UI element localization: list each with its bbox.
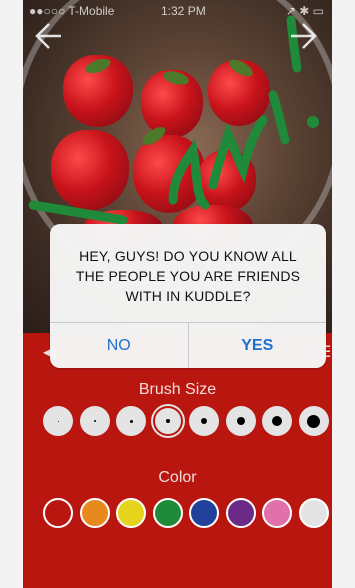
brush-size-label: Brush Size [138, 381, 217, 398]
color-picker [43, 498, 332, 530]
brush-size-option[interactable] [298, 406, 329, 436]
status-bar: ●●○○○ T-Mobile 1:32 PM ↗ ✱ ▭ [23, 0, 332, 20]
color-swatch[interactable] [298, 498, 329, 528]
dialog-message: HEY, GUYS! DO YOU KNOW ALL THE PEOPLE YO… [62, 246, 314, 306]
brush-dot [236, 417, 245, 425]
brush-size-option[interactable] [152, 406, 183, 436]
brush-dot [165, 419, 170, 423]
color-swatch[interactable] [225, 498, 256, 528]
brush-dot [129, 419, 133, 423]
color-swatch[interactable] [152, 498, 183, 528]
clock: 1:32 PM [161, 4, 206, 18]
brush-dot [93, 420, 96, 422]
dialog-buttons: NO YES [50, 322, 326, 368]
brush-dot [57, 420, 59, 422]
arrow-left-icon [35, 23, 61, 49]
dialog-message-line: WITH IN KUDDLE? [125, 288, 251, 304]
friends-alert-dialog: HEY, GUYS! DO YOU KNOW ALL THE PEOPLE YO… [50, 224, 326, 368]
brush-size-picker [43, 406, 332, 438]
carrier-label: ●●○○○ T-Mobile [29, 4, 115, 18]
yes-button[interactable]: YES [187, 323, 327, 368]
forward-button[interactable] [285, 18, 321, 54]
brush-size-option[interactable] [225, 406, 256, 436]
brush-dot [201, 418, 207, 424]
dialog-message-line: HEY, GUYS! DO YOU KNOW ALL [79, 248, 297, 264]
color-swatch[interactable] [116, 498, 146, 528]
brush-size-option[interactable] [43, 406, 73, 436]
color-swatch[interactable] [189, 498, 219, 528]
dialog-message-line: THE PEOPLE YOU ARE FRIENDS [75, 268, 301, 284]
no-button[interactable]: NO [50, 323, 188, 368]
color-swatch[interactable] [43, 498, 73, 528]
color-swatch[interactable] [79, 498, 110, 528]
brush-size-option[interactable] [189, 406, 219, 436]
status-indicators: ↗ ✱ ▭ [285, 4, 324, 18]
arrow-right-icon [291, 23, 317, 49]
brush-size-option[interactable] [262, 406, 292, 436]
color-label: Color [158, 469, 197, 486]
color-swatch[interactable] [262, 498, 292, 528]
brush-size-option[interactable] [116, 406, 146, 436]
back-button[interactable] [31, 18, 67, 54]
brush-size-option[interactable] [79, 406, 110, 436]
brush-dot [272, 416, 282, 426]
app-screen: ●●○○○ T-Mobile 1:32 PM ↗ ✱ ▭ ◀ ☰ Brush S… [23, 0, 332, 588]
brush-dot [307, 414, 320, 428]
